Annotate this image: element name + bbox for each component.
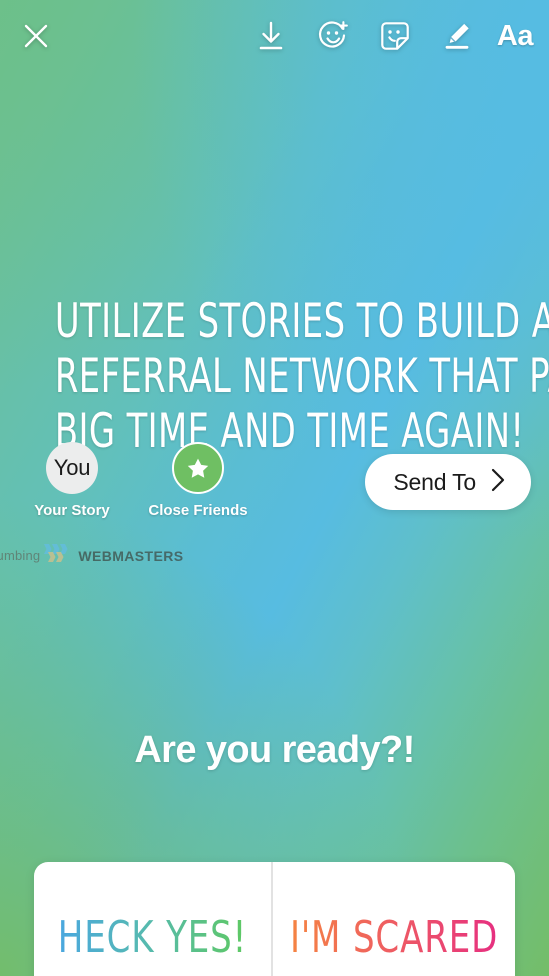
draw-icon[interactable] (435, 14, 479, 58)
close-friends-option[interactable]: Close Friends (148, 442, 248, 519)
toolbar-right-group: Aa (249, 14, 534, 58)
save-icon[interactable] (249, 14, 293, 58)
poll-option-im-scared[interactable]: I'M SCARED (290, 862, 498, 976)
watermark: plumbing WEBMASTERS (0, 542, 535, 569)
effects-icon[interactable] (311, 14, 355, 58)
sticker-icon[interactable] (373, 14, 417, 58)
send-to-button[interactable]: Send To (365, 454, 531, 510)
your-story-label: Your Story (34, 502, 110, 519)
poll-sticker[interactable]: HECK YES! I'M SCARED (34, 862, 515, 976)
send-to-label: Send To (393, 468, 476, 495)
close-icon[interactable] (14, 14, 58, 58)
webmasters-logo-icon (44, 542, 74, 569)
headline-line-2: REFERRAL NETWORK THAT PAYS OFF (54, 349, 549, 404)
poll-divider (270, 862, 273, 976)
instagram-story-composer: Aa UTILIZE STORIES TO BUILD A REFERRAL N… (0, 0, 549, 976)
watermark-word-one: plumbing (0, 548, 41, 563)
headline-line-1: UTILIZE STORIES TO BUILD A (54, 294, 549, 349)
chevron-right-icon (490, 467, 507, 498)
close-friends-star-icon[interactable] (172, 442, 224, 494)
avatar[interactable]: You (46, 442, 98, 494)
close-friends-label: Close Friends (148, 502, 248, 519)
text-tool-icon[interactable]: Aa (497, 21, 534, 51)
story-subheadline: Are you ready?! (134, 729, 415, 771)
story-bottom-bar: You Your Story Close Friends Send To (0, 430, 549, 550)
your-story-option[interactable]: You Your Story (22, 442, 122, 519)
toolbar-left-group (14, 14, 58, 58)
story-toolbar: Aa (0, 0, 549, 72)
audience-selector: You Your Story Close Friends (22, 442, 248, 519)
poll-option-heck-yes[interactable]: HECK YES! (51, 862, 255, 976)
watermark-word-two: WEBMASTERS (78, 547, 184, 564)
